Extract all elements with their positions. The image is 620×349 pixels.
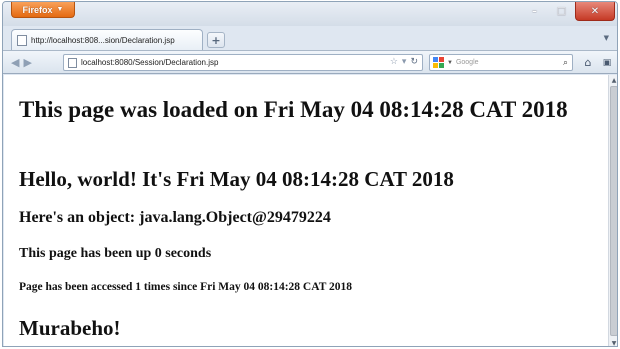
home-icon[interactable]: ⌂ [579,54,597,71]
address-bar[interactable]: localhost:8080/Session/Declaration.jsp ☆… [63,54,423,71]
hello-heading: Hello, world! It's Fri May 04 08:14:28 C… [19,167,454,191]
back-icon[interactable]: ◀ [11,56,19,69]
chevron-down-icon: ▼ [56,6,64,13]
tab-declaration[interactable]: http://localhost:808...sion/Declaration.… [11,29,203,50]
firefox-menu-label: Firefox [22,4,53,15]
search-icon[interactable]: ⌕ [563,57,568,68]
tab-title: http://localhost:808...sion/Declaration.… [31,35,175,45]
loaded-heading: This page was loaded on Fri May 04 08:14… [19,97,568,122]
page-content: This page was loaded on Fri May 04 08:14… [4,75,608,346]
scroll-down-icon[interactable]: ▼ [609,338,617,347]
close-button[interactable]: ✕ [575,2,615,21]
browser-window: Firefox ▼ – □ ✕ http://localhost:808...s… [2,1,618,347]
address-bar-controls: ☆ ▾ ↻ [390,56,418,67]
scroll-up-icon[interactable]: ▲ [609,75,617,85]
search-bar[interactable]: ▼ Google ⌕ [429,54,573,71]
navigation-bar: ◀ ▶ localhost:8080/Session/Declaration.j… [3,50,617,74]
site-identity-icon[interactable] [68,57,77,68]
history-dropdown-icon[interactable]: ▾ [402,56,407,67]
object-heading: Here's an object: java.lang.Object@29479… [19,209,331,226]
window-controls: – □ ✕ [521,2,615,21]
uptime-heading: This page has been up 0 seconds [19,246,212,261]
scroll-thumb[interactable] [610,86,617,336]
back-forward-buttons: ◀ ▶ [11,54,53,71]
addons-bar-icon[interactable]: ▣ [599,54,615,71]
farewell-heading: Murabeho! [19,316,121,340]
maximize-button[interactable]: □ [548,2,575,21]
search-placeholder: Google [455,59,479,66]
tab-list-icon[interactable]: ▼ [604,34,609,42]
new-tab-button[interactable]: + [207,32,225,48]
minimize-button[interactable]: – [521,2,548,21]
chevron-down-icon[interactable]: ▼ [447,60,453,66]
page-icon [17,34,27,46]
reload-icon[interactable]: ↻ [410,56,418,67]
vertical-scrollbar[interactable]: ▲ ▼ [608,75,617,347]
url-text: localhost:8080/Session/Declaration.jsp [81,58,219,67]
tab-strip: http://localhost:808...sion/Declaration.… [3,26,617,50]
forward-icon[interactable]: ▶ [23,56,31,69]
firefox-menu-button[interactable]: Firefox ▼ [11,2,75,18]
access-heading: Page has been accessed 1 times since Fri… [19,281,353,293]
google-engine-icon[interactable] [433,57,444,68]
title-bar: Firefox ▼ – □ ✕ [3,2,617,26]
bookmark-star-icon[interactable]: ☆ [390,56,398,67]
